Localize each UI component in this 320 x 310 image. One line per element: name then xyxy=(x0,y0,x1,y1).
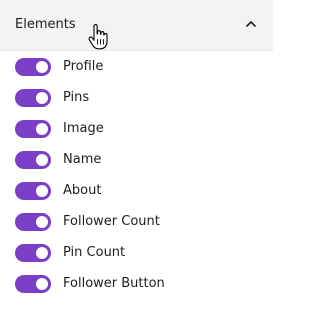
toggle-knob xyxy=(36,91,48,104)
toggle-row-about[interactable]: About xyxy=(15,175,265,206)
toggle-switch[interactable] xyxy=(15,212,51,231)
toggle-row-follower-button[interactable]: Follower Button xyxy=(15,268,265,299)
toggle-switch[interactable] xyxy=(15,243,51,262)
toggle-switch[interactable] xyxy=(15,181,51,200)
chevron-up-icon[interactable] xyxy=(244,17,258,31)
toggle-switch[interactable] xyxy=(15,119,51,138)
toggle-row-profile[interactable]: Profile xyxy=(15,51,265,82)
toggle-label: Profile xyxy=(63,59,104,74)
elements-panel: Elements Profile Pins Image Name About F… xyxy=(0,0,273,310)
toggle-knob xyxy=(36,184,48,197)
toggle-label: Follower Button xyxy=(63,276,165,291)
toggle-knob xyxy=(36,277,48,290)
toggle-row-image[interactable]: Image xyxy=(15,113,265,144)
toggle-row-pins[interactable]: Pins xyxy=(15,82,265,113)
toggle-label: Pins xyxy=(63,90,90,105)
toggle-knob xyxy=(36,122,48,135)
toggle-row-name[interactable]: Name xyxy=(15,144,265,175)
hand-pointer-icon xyxy=(88,24,108,50)
toggle-switch[interactable] xyxy=(15,150,51,169)
toggle-knob xyxy=(36,215,48,228)
toggle-knob xyxy=(36,153,48,166)
toggle-row-pin-count[interactable]: Pin Count xyxy=(15,237,265,268)
toggle-label: Follower Count xyxy=(63,214,160,229)
toggle-label: Pin Count xyxy=(63,245,126,260)
elements-section-header[interactable]: Elements xyxy=(0,0,273,51)
toggle-switch[interactable] xyxy=(15,274,51,293)
toggle-knob xyxy=(36,246,48,259)
section-title: Elements xyxy=(15,17,76,32)
toggle-label: Name xyxy=(63,152,102,167)
toggle-switch[interactable] xyxy=(15,57,51,76)
toggle-switch[interactable] xyxy=(15,88,51,107)
toggle-label: About xyxy=(63,183,102,198)
toggle-label: Image xyxy=(63,121,104,136)
toggle-knob xyxy=(36,60,48,73)
toggle-row-follower-count[interactable]: Follower Count xyxy=(15,206,265,237)
